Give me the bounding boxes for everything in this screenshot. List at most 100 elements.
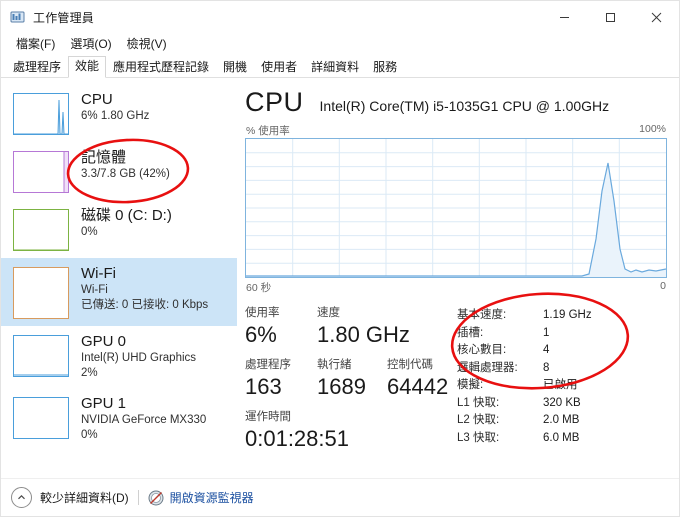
spec-value-cores: 4 xyxy=(543,344,550,356)
task-manager-window: 工作管理員 檔案(F) 選項(O) 檢視(V) 處理程序 效能 應用程式歷程記錄… xyxy=(0,0,680,517)
stats-left-column: 使用率 6% 速度 1.80 GHz 處理程序 163 執行緒 1689 控制代… xyxy=(245,305,457,452)
tab-performance[interactable]: 效能 xyxy=(68,56,107,78)
stat-value-utilization: 6% xyxy=(245,322,277,347)
sidebar-sub-wifi-throughput: 已傳送: 0 已接收: 0 Kbps xyxy=(81,299,209,311)
spec-key-virtualization: 模擬: xyxy=(457,379,484,391)
minimize-button[interactable] xyxy=(541,1,587,33)
spec-key-l1-cache: L1 快取: xyxy=(457,396,500,409)
spec-key-base-speed: 基本速度: xyxy=(457,309,507,321)
sidebar-item-cpu[interactable]: CPU 6% 1.80 GHz xyxy=(1,84,237,142)
window-title: 工作管理員 xyxy=(33,10,95,25)
spec-key-sockets: 插槽: xyxy=(457,326,484,339)
spec-key-l2-cache: L2 快取: xyxy=(457,414,500,426)
panel-header: CPU Intel(R) Core(TM) i5-1035G1 CPU @ 1.… xyxy=(245,86,667,118)
sidebar-title-cpu: CPU xyxy=(81,91,113,108)
spec-l2-cache: L2 快取: 2.0 MB xyxy=(457,412,667,430)
spec-l3-cache: L3 快取: 6.0 MB xyxy=(457,430,667,448)
cpu-usage-graph-svg xyxy=(246,139,666,277)
stat-value-uptime: 0:01:28:51 xyxy=(245,426,349,451)
gpu1-thumbnail xyxy=(13,397,69,439)
stats-area: 使用率 6% 速度 1.80 GHz 處理程序 163 執行緒 1689 控制代… xyxy=(245,305,667,452)
sidebar-item-gpu1[interactable]: GPU 1 NVIDIA GeForce MX330 0% xyxy=(1,388,237,450)
spec-l1-cache: L1 快取: 320 KB xyxy=(457,395,667,413)
memory-thumbnail xyxy=(13,151,69,193)
stat-utilization: 使用率 6% xyxy=(245,305,317,348)
stat-threads: 執行緒 1689 xyxy=(317,357,387,400)
tab-details[interactable]: 詳細資料 xyxy=(304,57,366,78)
spec-value-virtualization: 已啟用 xyxy=(543,379,578,391)
memory-text: 記憶體 3.3/7.8 GB (42%) xyxy=(81,146,170,182)
tab-services[interactable]: 服務 xyxy=(366,57,404,78)
stat-label-processes: 處理程序 xyxy=(245,359,291,371)
stat-label-handles: 控制代碼 xyxy=(387,359,433,371)
graph-x-right: 0 xyxy=(660,280,666,292)
chevron-up-icon[interactable] xyxy=(11,487,32,508)
window-controls xyxy=(541,1,679,33)
sidebar-item-gpu0[interactable]: GPU 0 Intel(R) UHD Graphics 2% xyxy=(1,326,237,388)
footer-bar: 較少詳細資料(D) 開啟資源監視器 xyxy=(1,478,679,516)
spec-virtualization: 模擬: 已啟用 xyxy=(457,377,667,395)
cpu-usage-graph[interactable] xyxy=(245,138,667,278)
sidebar-title-wifi: Wi-Fi xyxy=(81,265,116,282)
disk-thumbnail xyxy=(13,209,69,251)
gpu1-text: GPU 1 NVIDIA GeForce MX330 0% xyxy=(81,392,206,443)
wifi-thumbnail xyxy=(13,267,69,319)
title-bar: 工作管理員 xyxy=(1,1,679,33)
performance-detail-panel: CPU Intel(R) Core(TM) i5-1035G1 CPU @ 1.… xyxy=(237,78,679,472)
stat-value-speed: 1.80 GHz xyxy=(317,322,410,347)
spec-sockets: 插槽: 1 xyxy=(457,325,667,343)
disk-text: 磁碟 0 (C: D:) 0% xyxy=(81,204,172,240)
stat-label-uptime: 運作時間 xyxy=(245,411,291,423)
tab-bar: 處理程序 效能 應用程式歷程記錄 開機 使用者 詳細資料 服務 xyxy=(1,55,679,78)
sidebar-item-memory[interactable]: 記憶體 3.3/7.8 GB (42%) xyxy=(1,142,237,200)
stat-label-threads: 執行緒 xyxy=(317,359,352,371)
cpu-thumbnail xyxy=(13,93,69,135)
tab-processes[interactable]: 處理程序 xyxy=(6,57,68,78)
sidebar-sub-gpu0-model: Intel(R) UHD Graphics xyxy=(81,352,197,364)
sidebar-sub-gpu1-usage: 0% xyxy=(81,429,98,441)
graph-y-label: % 使用率 xyxy=(246,125,290,137)
maximize-button[interactable] xyxy=(587,1,633,33)
stat-value-threads: 1689 xyxy=(317,374,366,399)
stat-uptime: 運作時間 0:01:28:51 xyxy=(245,409,349,452)
page-title: CPU xyxy=(245,87,304,117)
graph-x-left: 60 秒 xyxy=(246,282,272,294)
open-resource-monitor-link[interactable]: 開啟資源監視器 xyxy=(170,489,254,506)
graph-top-labels: % 使用率 100% xyxy=(245,123,667,138)
tab-startup[interactable]: 開機 xyxy=(216,57,254,78)
menu-options[interactable]: 選項(O) xyxy=(63,33,119,55)
content-area: CPU 6% 1.80 GHz 記憶體 3.3/7.8 GB (42%) 磁碟 … xyxy=(1,78,679,472)
tab-users[interactable]: 使用者 xyxy=(254,57,304,78)
sidebar-sub-disk0: 0% xyxy=(81,226,98,238)
stat-value-processes: 163 xyxy=(245,374,282,399)
sidebar-sub-gpu0-usage: 2% xyxy=(81,367,98,379)
fewer-details-button[interactable]: 較少詳細資料(D) xyxy=(40,489,129,506)
stat-handles: 控制代碼 64442 xyxy=(387,357,448,400)
resource-monitor-icon xyxy=(148,490,164,506)
stat-speed: 速度 1.80 GHz xyxy=(317,305,410,348)
close-button[interactable] xyxy=(633,1,679,33)
menu-file[interactable]: 檔案(F) xyxy=(9,33,63,55)
sidebar-item-disk0[interactable]: 磁碟 0 (C: D:) 0% xyxy=(1,200,237,258)
stat-processes: 處理程序 163 xyxy=(245,357,317,400)
tab-app-history[interactable]: 應用程式歷程記錄 xyxy=(106,57,216,78)
cpu-specs-list: 基本速度: 1.19 GHz 插槽: 1 核心數目: 4 邏輯處理器: 8 模擬… xyxy=(457,305,667,452)
sidebar-sub-memory: 3.3/7.8 GB (42%) xyxy=(81,168,170,180)
spec-value-base-speed: 1.19 GHz xyxy=(543,309,592,321)
sidebar-sub-gpu1-model: NVIDIA GeForce MX330 xyxy=(81,414,207,426)
menu-view[interactable]: 檢視(V) xyxy=(120,33,175,55)
sidebar-sub-cpu: 6% 1.80 GHz xyxy=(81,110,150,122)
gpu0-text: GPU 0 Intel(R) UHD Graphics 2% xyxy=(81,330,196,381)
spec-key-cores: 核心數目: xyxy=(457,344,507,356)
sidebar-item-wifi[interactable]: Wi-Fi Wi-Fi 已傳送: 0 已接收: 0 Kbps xyxy=(1,258,237,326)
sidebar-title-disk0: 磁碟 0 (C: D:) xyxy=(81,207,172,224)
footer-divider xyxy=(137,490,139,505)
spec-key-logical-processors: 邏輯處理器: xyxy=(457,361,518,374)
cpu-model-label: Intel(R) Core(TM) i5-1035G1 CPU @ 1.00GH… xyxy=(319,98,610,114)
resource-list: CPU 6% 1.80 GHz 記憶體 3.3/7.8 GB (42%) 磁碟 … xyxy=(1,78,237,472)
spec-base-speed: 基本速度: 1.19 GHz xyxy=(457,307,667,325)
spec-value-l1-cache: 320 KB xyxy=(543,396,581,409)
stat-label-utilization: 使用率 xyxy=(245,307,280,319)
wifi-text: Wi-Fi Wi-Fi 已傳送: 0 已接收: 0 Kbps xyxy=(81,262,208,313)
spec-value-sockets: 1 xyxy=(543,326,550,339)
